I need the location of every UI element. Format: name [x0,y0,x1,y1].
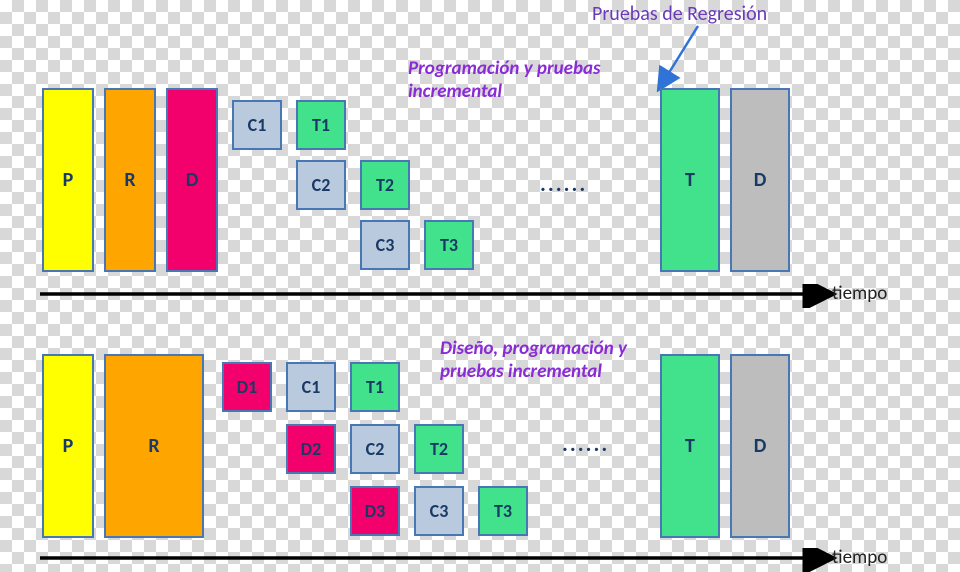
block-T3-2: T3 [478,486,528,536]
caption-incremental-1: Programación y pruebas incremental [408,58,638,104]
block-D-final-1: D [730,88,790,272]
dots-1: ...... [540,170,587,197]
block-D-1: D [166,88,218,272]
block-C3-1: C3 [360,220,410,270]
block-T2-1: T2 [360,160,410,210]
block-C3-2: C3 [414,486,464,536]
regression-arrow [648,24,708,92]
block-T-final-1: T [660,88,720,272]
block-D1-2: D1 [222,362,272,412]
block-T2-2: T2 [414,424,464,474]
block-C2-1: C2 [296,160,346,210]
caption-incremental-2: Diseño, programación y pruebas increment… [440,338,670,384]
dots-2: ...... [562,430,609,457]
time-label-1: tiempo [832,282,887,305]
block-P-2: P [42,354,94,538]
timeline-2 [40,548,840,572]
regression-title: Pruebas de Regresión [592,2,767,26]
block-C1-1: C1 [232,100,282,150]
block-T-final-2: T [660,354,720,538]
block-D-final-2: D [730,354,790,538]
block-R-2: R [104,354,204,538]
block-D3-2: D3 [350,486,400,536]
block-C2-2: C2 [350,424,400,474]
block-T3-1: T3 [424,220,474,270]
timeline-1 [40,284,840,308]
block-C1-2: C1 [286,362,336,412]
block-T1-2: T1 [350,362,400,412]
block-T1-1: T1 [296,100,346,150]
block-D2-2: D2 [286,424,336,474]
time-label-2: tiempo [832,546,887,569]
block-R-1: R [104,88,156,272]
block-P-1: P [42,88,94,272]
